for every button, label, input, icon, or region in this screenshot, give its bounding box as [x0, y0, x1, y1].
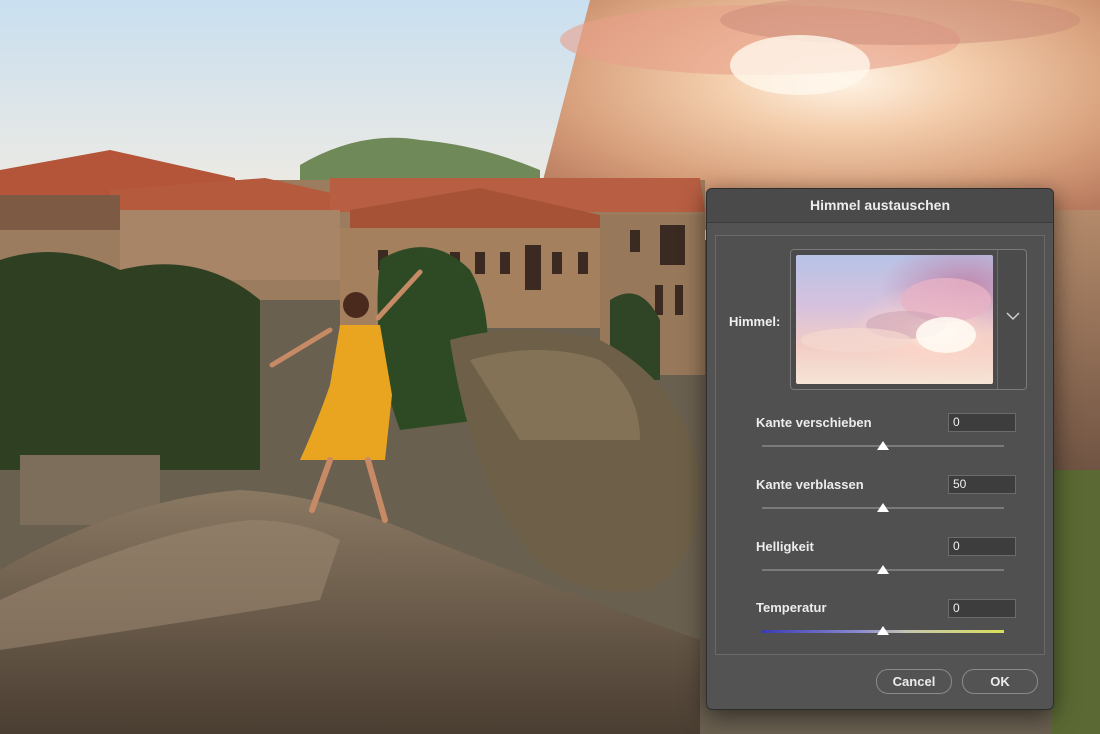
- fade-edge-label: Kante verblassen: [756, 477, 864, 492]
- shift-edge-label: Kante verschieben: [756, 415, 872, 430]
- cancel-button[interactable]: Cancel: [876, 669, 952, 694]
- sky-preset-thumbnail[interactable]: [796, 255, 993, 384]
- settings-panel: Himmel: Kante verschieben 0 Kante verbla…: [715, 235, 1045, 655]
- brightness-slider-thumb[interactable]: [877, 565, 889, 574]
- fade-edge-field[interactable]: 50: [948, 475, 1016, 494]
- shift-edge-field[interactable]: 0: [948, 413, 1016, 432]
- sky-label: Himmel:: [729, 314, 781, 329]
- shift-edge-slider-thumb[interactable]: [877, 441, 889, 450]
- sky-preset-dropdown[interactable]: [790, 249, 1027, 390]
- dialog-title: Himmel austauschen: [707, 189, 1053, 223]
- temperature-slider-thumb[interactable]: [877, 626, 889, 635]
- temperature-field[interactable]: 0: [948, 599, 1016, 618]
- ok-button[interactable]: OK: [962, 669, 1038, 694]
- chevron-down-icon[interactable]: [1003, 306, 1023, 326]
- temperature-label: Temperatur: [756, 600, 827, 615]
- fade-edge-slider-thumb[interactable]: [877, 503, 889, 512]
- dropdown-separator: [997, 250, 998, 389]
- brightness-field[interactable]: 0: [948, 537, 1016, 556]
- replace-sky-dialog: Himmel austauschen Himmel: Kante verschi…: [706, 188, 1054, 710]
- brightness-label: Helligkeit: [756, 539, 814, 554]
